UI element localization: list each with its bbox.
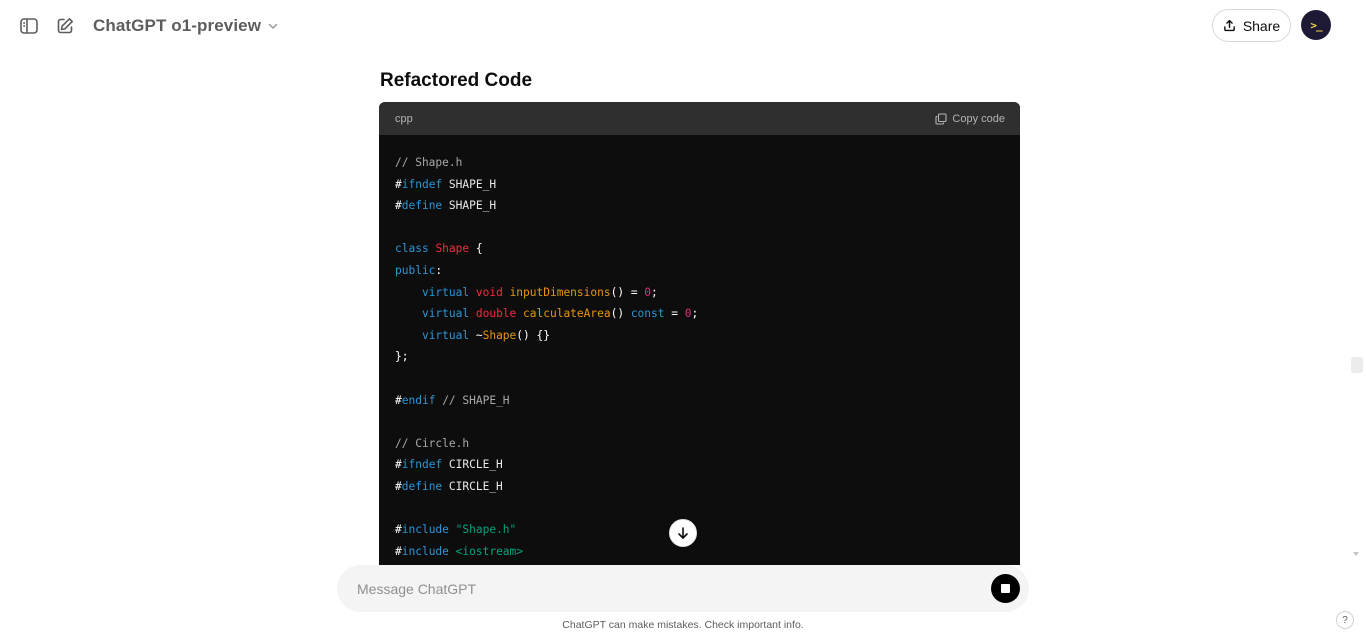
scroll-to-bottom-button[interactable] xyxy=(669,519,697,547)
copy-code-button[interactable]: Copy code xyxy=(935,113,1005,125)
code-line: ​ xyxy=(395,368,1004,390)
edit-icon xyxy=(57,18,73,34)
code-line: // Circle.h xyxy=(395,436,470,450)
sidebar-toggle-button[interactable] xyxy=(17,14,41,38)
user-avatar[interactable]: >_ xyxy=(1301,10,1331,40)
code-line: public: xyxy=(395,263,443,277)
code-block: cpp Copy code // Shape.h #ifndef SHAPE_H #… xyxy=(379,102,1020,565)
help-button[interactable]: ? xyxy=(1336,611,1354,629)
code-line: ​ xyxy=(395,498,1004,520)
code-line: #endif // SHAPE_H xyxy=(395,393,510,407)
code-line: #define SHAPE_H xyxy=(395,199,497,213)
code-line: virtual double calculateArea() const = 0… xyxy=(421,307,699,321)
code-line: #include <iostream> xyxy=(395,544,524,558)
code-line: class Shape { xyxy=(395,242,483,256)
top-bar: ChatGPT o1-preview Share >_ xyxy=(0,0,1366,52)
disclaimer: ChatGPT can make mistakes. Check importa… xyxy=(562,619,804,631)
code-line: virtual void inputDimensions() = 0; xyxy=(421,285,658,299)
code-language: cpp xyxy=(395,112,413,125)
share-button[interactable]: Share xyxy=(1212,9,1291,42)
avatar-glyph: >_ xyxy=(1310,18,1322,32)
page-scrollbar[interactable] xyxy=(1350,52,1364,562)
code-line: }; xyxy=(395,350,409,364)
code-line: // Shape.h xyxy=(395,156,463,169)
arrow-down-icon xyxy=(678,527,688,539)
message-composer xyxy=(337,565,1029,612)
sidebar-icon xyxy=(20,18,38,34)
code-line: ​ xyxy=(395,217,1004,239)
code-line: #ifndef CIRCLE_H xyxy=(395,458,503,472)
code-line: #include "Shape.h" xyxy=(395,523,517,537)
scrollbar-down-arrow[interactable] xyxy=(1353,552,1359,556)
code-block-header: cpp Copy code xyxy=(379,102,1020,135)
upload-icon xyxy=(1223,19,1235,32)
model-selector[interactable]: ChatGPT o1-preview xyxy=(93,16,279,36)
code-content: // Shape.h #ifndef SHAPE_H #define SHAPE_H… xyxy=(379,135,1020,562)
code-line: ​ xyxy=(395,411,1004,433)
code-line: #define CIRCLE_H xyxy=(395,479,503,493)
message-input[interactable] xyxy=(357,578,957,600)
code-line: virtual ~Shape() {} xyxy=(421,328,550,342)
scrollbar-thumb[interactable] xyxy=(1351,357,1363,373)
section-heading: Refactored Code xyxy=(380,70,533,91)
stop-icon xyxy=(1001,584,1010,593)
copy-code-label: Copy code xyxy=(952,112,1005,125)
new-chat-button[interactable] xyxy=(53,14,77,38)
code-line: #ifndef SHAPE_H xyxy=(395,177,497,191)
share-label: Share xyxy=(1242,17,1281,34)
copy-icon xyxy=(935,112,947,125)
chevron-down-icon xyxy=(268,23,278,29)
model-name: ChatGPT o1-preview xyxy=(93,16,262,35)
stop-generating-button[interactable] xyxy=(991,574,1020,603)
